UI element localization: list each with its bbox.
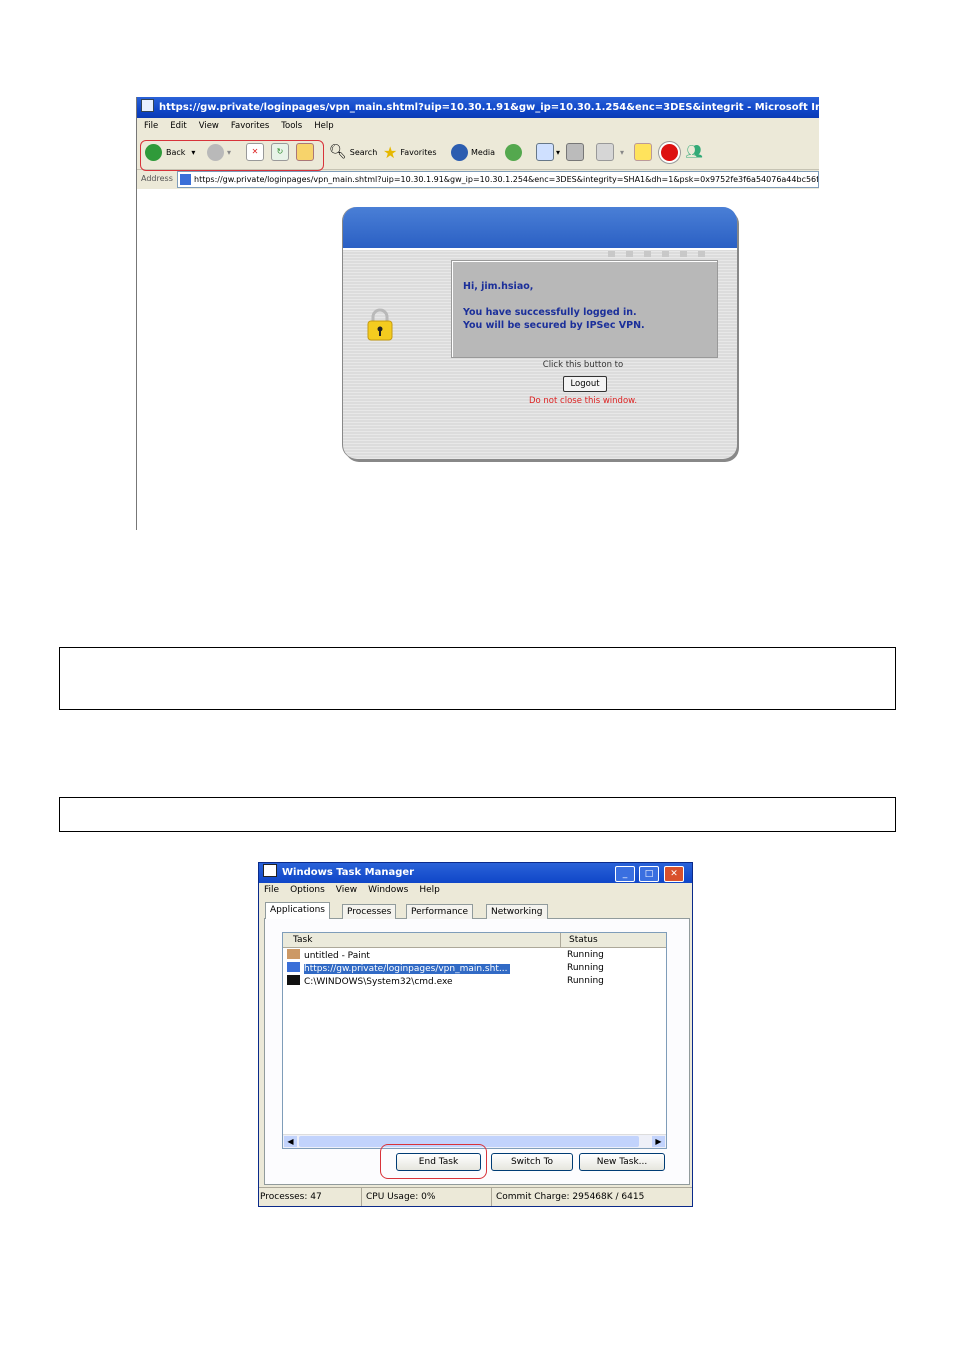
favorites-button[interactable]: ★ Favorites (383, 135, 436, 169)
tm-menu-view[interactable]: View (336, 885, 357, 895)
ie-menu-tools[interactable]: Tools (281, 121, 302, 131)
note-box-2 (59, 797, 896, 832)
click-hint: Click this button to (542, 360, 624, 370)
mail-icon (536, 143, 554, 161)
greeting-text: Hi, jim.hsiao, (463, 281, 534, 292)
address-label: Address (141, 174, 173, 183)
minimize-button[interactable]: _ (615, 866, 635, 882)
notes-button[interactable] (634, 135, 652, 169)
status-column-header[interactable]: Status (560, 933, 598, 947)
mail-button[interactable]: ▾ (536, 135, 560, 169)
page-icon (180, 174, 191, 185)
task-name: C:\WINDOWS\System32\cmd.exe (304, 977, 453, 987)
task-name: untitled - Paint (304, 951, 370, 961)
search-label: Search (349, 147, 378, 157)
tab-processes[interactable]: Processes (342, 904, 397, 919)
tm-title-text: Windows Task Manager (282, 867, 415, 878)
address-value: https://gw.private/loginpages/vpn_main.s… (194, 175, 819, 184)
address-input[interactable]: https://gw.private/loginpages/vpn_main.s… (177, 171, 819, 188)
ie-window-icon (141, 99, 154, 112)
task-status: Running (567, 963, 604, 973)
header-dot (608, 251, 615, 257)
messenger-button[interactable] (659, 135, 680, 169)
tm-menu-bar: File Options View Windows Help (259, 883, 692, 898)
vpn-card: Hi, jim.hsiao, You have successfully log… (343, 207, 737, 459)
logout-button[interactable]: Logout (563, 376, 607, 392)
table-row[interactable]: C:\WINDOWS\System32\cmd.exe Running (287, 975, 662, 987)
tab-performance[interactable]: Performance (406, 904, 474, 919)
vpn-message-panel: Hi, jim.hsiao, You have successfully log… (451, 260, 718, 358)
ie-menu-file[interactable]: File (144, 121, 158, 131)
header-dot (626, 251, 633, 257)
task-list-header: Task Status (283, 933, 666, 948)
ie-menu-bar: File Edit View Favorites Tools Help (137, 118, 819, 135)
scroll-left-icon[interactable]: ◀ (284, 1136, 297, 1147)
search-button[interactable]: 🔍︎ Search (329, 135, 377, 169)
scroll-right-icon[interactable]: ▶ (652, 1136, 665, 1147)
print-button[interactable] (566, 135, 584, 169)
ie-menu-view[interactable]: View (199, 121, 219, 131)
messenger-icon (659, 141, 680, 163)
table-row[interactable]: https://gw.private/loginpages/vpn_main.s… (287, 962, 662, 974)
ie-menu-favorites[interactable]: Favorites (231, 121, 269, 131)
lock-icon (367, 308, 393, 341)
tm-menu-options[interactable]: Options (290, 885, 325, 895)
print-icon (566, 143, 584, 161)
header-dot (644, 251, 651, 257)
search-icon: 🔍︎ (329, 144, 347, 160)
star-icon: ★ (383, 142, 398, 162)
cpu-usage: CPU Usage: 0% (361, 1188, 435, 1206)
dropdown-icon: ▾ (556, 147, 561, 157)
maximize-button[interactable]: □ (639, 866, 659, 882)
history-button[interactable] (505, 135, 522, 169)
ie-title-bar: https://gw.private/loginpages/vpn_main.s… (137, 97, 819, 118)
task-status: Running (567, 950, 604, 960)
close-button[interactable]: ✕ (664, 866, 684, 882)
tab-networking[interactable]: Networking (486, 904, 548, 919)
task-status: Running (567, 976, 604, 986)
header-dot (698, 251, 705, 257)
ie-menu-edit[interactable]: Edit (170, 121, 186, 131)
login-success-text: You have successfully logged in. (463, 307, 637, 318)
history-icon (505, 143, 522, 161)
note-box-1 (59, 647, 896, 710)
switch-to-button[interactable]: Switch To (491, 1153, 573, 1171)
task-list: Task Status untitled - Paint Running http… (282, 932, 667, 1149)
address-bar: Address https://gw.private/loginpages/vp… (137, 169, 819, 189)
edit-icon (596, 143, 614, 161)
notes-icon (634, 143, 652, 161)
do-not-close-warning: Do not close this window. (528, 396, 638, 406)
dropdown-icon: ▾ (620, 147, 625, 157)
tm-status-bar: Processes: 47 CPU Usage: 0% Commit Charg… (259, 1187, 692, 1206)
tm-menu-file[interactable]: File (264, 885, 279, 895)
media-button[interactable]: Media (451, 135, 495, 169)
toolbar-highlight (140, 140, 324, 171)
paint-icon (287, 949, 300, 959)
vpn-header-bar (343, 207, 737, 250)
commit-charge: Commit Charge: 295468K / 6415 (491, 1188, 676, 1206)
new-task-button[interactable]: New Task... (579, 1153, 665, 1171)
favorites-label: Favorites (400, 147, 437, 157)
ie-title-text: https://gw.private/loginpages/vpn_main.s… (159, 102, 819, 113)
header-dot (680, 251, 687, 257)
processes-count: Processes: 47 (260, 1192, 322, 1202)
ie-menu-help[interactable]: Help (314, 121, 333, 131)
contacts-icon: 👥︎ (685, 144, 703, 160)
tab-applications[interactable]: Applications (265, 902, 330, 919)
header-dot (662, 251, 669, 257)
ie-page-icon (287, 962, 300, 972)
edit-button[interactable]: ▾ (596, 135, 624, 169)
tm-menu-help[interactable]: Help (419, 885, 440, 895)
media-icon (451, 143, 468, 161)
task-name: https://gw.private/loginpages/vpn_main.s… (304, 964, 511, 974)
tm-menu-windows[interactable]: Windows (368, 885, 408, 895)
contacts-button[interactable]: 👥︎ (685, 135, 703, 169)
task-manager-icon (263, 864, 277, 877)
cmd-icon (287, 975, 300, 985)
ipsec-secured-text: You will be secured by IPSec VPN. (463, 320, 645, 331)
end-task-highlight (380, 1144, 487, 1179)
media-label: Media (471, 147, 496, 157)
table-row[interactable]: untitled - Paint Running (287, 949, 662, 961)
task-column-header[interactable]: Task (293, 933, 312, 947)
